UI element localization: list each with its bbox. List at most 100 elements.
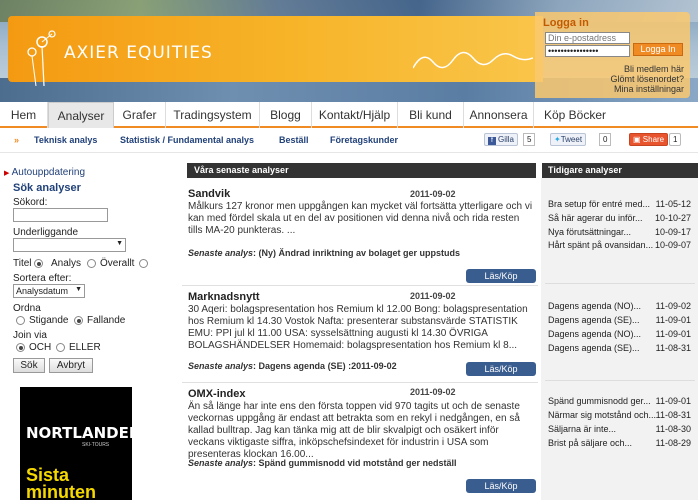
- tweet-button[interactable]: ✦Tweet: [550, 133, 587, 146]
- post-date: 2011-09-02: [410, 291, 456, 301]
- earlier-analyses-list: Bra setup för entré med... 11-05-12 Så hä…: [541, 178, 698, 500]
- item-date: 11-09-01: [655, 315, 691, 325]
- divider: [182, 382, 538, 383]
- latest-text: : Dagens agenda (SE) :2011-09-02: [253, 361, 397, 371]
- triangle-right-icon: ▶: [4, 170, 10, 177]
- radio-analysis[interactable]: [87, 259, 96, 268]
- item-title: Dagens agenda (SE)...: [548, 315, 640, 325]
- subnav-bestall[interactable]: Beställ: [279, 135, 309, 145]
- or-label: ELLER: [69, 342, 101, 353]
- arrows-icon: »: [14, 135, 20, 145]
- post-sandvik: Sandvik 2011-09-02 Målkurs 127 kronor me…: [182, 185, 538, 285]
- post-title[interactable]: Marknadsnytt: [188, 291, 260, 303]
- password-field[interactable]: ••••••••••••••••: [545, 45, 630, 57]
- post-latest[interactable]: Senaste analys: (Ny) Ändrad inriktning a…: [188, 248, 460, 258]
- my-settings-link[interactable]: Mina inställningar: [614, 84, 684, 94]
- divider: [182, 285, 538, 286]
- read-buy-button[interactable]: Läs/Köp: [466, 269, 536, 283]
- item-title: Nya förutsättningar...: [548, 227, 632, 237]
- latest-prefix: Senaste analys: [188, 458, 254, 468]
- search-input[interactable]: [13, 208, 108, 222]
- nav-analyser[interactable]: Analyser: [48, 102, 114, 128]
- underlying-label: Underliggande: [13, 227, 79, 238]
- item-date: 10-10-27: [654, 213, 691, 223]
- post-latest[interactable]: Senaste analys: Spänd gummisnodd vid mot…: [188, 458, 457, 468]
- forgot-password-link[interactable]: Glömt lösenordet?: [610, 74, 684, 84]
- chevron-down-icon: ▼: [75, 286, 82, 293]
- tweet-count: 0: [599, 133, 612, 146]
- like-label: Gilla: [498, 135, 515, 144]
- cancel-button[interactable]: Avbryt: [49, 358, 93, 373]
- login-title: Logga in: [543, 17, 589, 29]
- nav-grafer[interactable]: Grafer: [114, 102, 166, 128]
- latest-prefix: Senaste analys: [188, 361, 254, 371]
- item-title: Brist på säljare och...: [548, 438, 633, 448]
- facebook-icon: f: [488, 137, 496, 145]
- ad-brand: NORTLANDER: [26, 424, 132, 442]
- radio-ascending[interactable]: [16, 316, 25, 325]
- nav-tradingsystem[interactable]: Tradingsystem: [166, 102, 260, 128]
- radio-title[interactable]: [34, 259, 43, 268]
- radio-overall[interactable]: [139, 259, 148, 268]
- nav-hem[interactable]: Hem: [0, 102, 48, 128]
- autoupdate-link[interactable]: ▶ Autouppdatering: [4, 167, 85, 178]
- post-body: Målkurs 127 kronor men uppgången kan myc…: [188, 201, 533, 236]
- post-marknadsnytt: Marknadsnytt 2011-09-02 30 Aqeri: bolags…: [182, 288, 538, 384]
- post-title[interactable]: OMX-index: [188, 388, 245, 400]
- like-count: 5: [523, 133, 536, 146]
- title-label: Titel: [13, 258, 32, 269]
- nav-annonsera[interactable]: Annonsera: [464, 102, 534, 128]
- like-button[interactable]: f Gilla: [484, 133, 519, 146]
- subnav-foretagskunder[interactable]: Företagskunder: [330, 135, 398, 145]
- nav-blogg[interactable]: Blogg: [260, 102, 312, 128]
- nav-kop-bocker[interactable]: Köp Böcker: [534, 102, 616, 128]
- share-button[interactable]: ▣ Share: [629, 133, 669, 146]
- post-date: 2011-09-02: [410, 189, 456, 199]
- post-title[interactable]: Sandvik: [188, 188, 230, 200]
- become-member-link[interactable]: Bli medlem här: [624, 64, 684, 74]
- ad-cta: Sista minuten skidresor: [26, 465, 96, 500]
- nav-bli-kund[interactable]: Bli kund: [398, 102, 464, 128]
- item-date: 10-09-07: [654, 240, 691, 250]
- underlying-select[interactable]: ▼: [13, 238, 126, 252]
- earlier-analyses-header: Tidigare analyser: [542, 163, 698, 178]
- search-button[interactable]: Sök: [13, 358, 45, 373]
- overall-label: Överallt: [100, 258, 135, 269]
- latest-analyses-header: Våra senaste analyser: [187, 163, 536, 178]
- login-button[interactable]: Logga In: [633, 43, 683, 56]
- analysis-label: Analys: [51, 258, 82, 269]
- nortlander-ad[interactable]: NORTLANDER SKI-TOURS Sista minuten skidr…: [20, 387, 132, 500]
- share-count: 1: [669, 133, 682, 146]
- subnav-teknisk[interactable]: Teknisk analys: [34, 135, 97, 145]
- radio-and[interactable]: [16, 343, 25, 352]
- item-title: Dagens agenda (NO)...: [548, 301, 642, 311]
- flower-logo-icon: [27, 30, 56, 86]
- subnav-statistisk[interactable]: Statistisk / Fundamental analys: [120, 135, 254, 145]
- brand-name[interactable]: AXIER EQUITIES: [64, 43, 213, 63]
- radio-descending[interactable]: [74, 316, 83, 325]
- item-date: 10-09-17: [654, 227, 691, 237]
- read-buy-button[interactable]: Läs/Köp: [466, 362, 536, 376]
- divider: [545, 283, 695, 284]
- twitter-icon: ✦: [554, 135, 561, 144]
- search-label: Sökord:: [13, 197, 48, 208]
- post-body: Än så länge har inte ens den första topp…: [188, 401, 520, 460]
- wave-graphic-icon: [413, 51, 533, 69]
- item-title: Hårt spänt på ovansidan...: [548, 240, 654, 250]
- item-title: Så här agerar du inför...: [548, 213, 643, 223]
- item-date: 11-08-29: [655, 438, 691, 448]
- radio-or[interactable]: [56, 343, 65, 352]
- item-date: 11-09-01: [655, 396, 691, 406]
- nav-kontakt[interactable]: Kontakt/Hjälp: [312, 102, 398, 128]
- item-title: Bra setup för entré med...: [548, 199, 651, 209]
- email-field[interactable]: [545, 32, 630, 44]
- post-latest[interactable]: Senaste analys: Dagens agenda (SE) :2011…: [188, 361, 397, 371]
- item-date: 11-09-02: [655, 301, 691, 311]
- sort-select[interactable]: Analysdatum ▼: [13, 284, 85, 298]
- sort-label: Sortera efter:: [13, 273, 72, 284]
- post-body: 30 Aqeri: bolagspresentation hos Remium …: [188, 304, 528, 351]
- read-buy-button[interactable]: Läs/Köp: [466, 479, 536, 493]
- item-title: Spänd gummisnodd ger...: [548, 396, 651, 406]
- item-date: 11-08-30: [655, 424, 691, 434]
- item-date: 11-08-31: [655, 410, 691, 420]
